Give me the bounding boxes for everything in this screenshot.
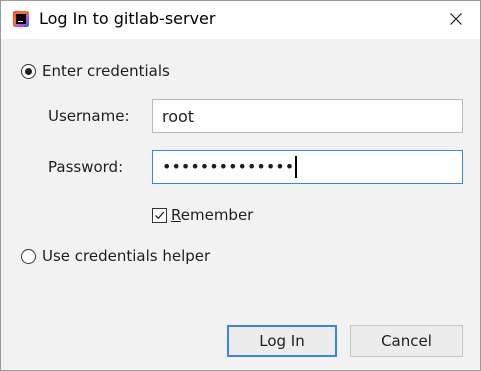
remember-checkbox[interactable] [152,207,167,223]
login-button-label: Log In [259,332,305,350]
use-credentials-helper-label: Use credentials helper [42,247,211,265]
use-credentials-helper-radio[interactable] [21,248,36,264]
username-field[interactable]: root [152,99,463,133]
enter-credentials-label: Enter credentials [42,62,170,80]
title-bar[interactable]: Log In to gitlab-server [1,1,480,39]
cancel-button[interactable]: Cancel [350,325,463,357]
password-masked-value: •••••••••••••• [162,157,295,176]
enter-credentials-radio[interactable] [21,63,36,79]
use-credentials-helper-option[interactable]: Use credentials helper [21,247,210,265]
password-field[interactable]: •••••••••••••• [152,150,463,184]
login-dialog: Log In to gitlab-server Enter credential… [0,0,481,371]
password-label: Password: [48,158,124,176]
cancel-button-label: Cancel [381,332,432,350]
username-label: Username: [48,107,130,125]
text-caret [295,156,298,178]
username-value: root [162,106,195,126]
intellij-idea-icon [13,11,29,27]
close-button[interactable] [438,3,474,35]
remember-option[interactable]: Remember [152,206,253,224]
window-title: Log In to gitlab-server [39,9,216,28]
enter-credentials-option[interactable]: Enter credentials [21,62,170,80]
remember-label: Remember [171,206,254,224]
login-button[interactable]: Log In [227,325,337,357]
checkmark-icon [155,211,165,219]
close-icon [450,13,462,25]
